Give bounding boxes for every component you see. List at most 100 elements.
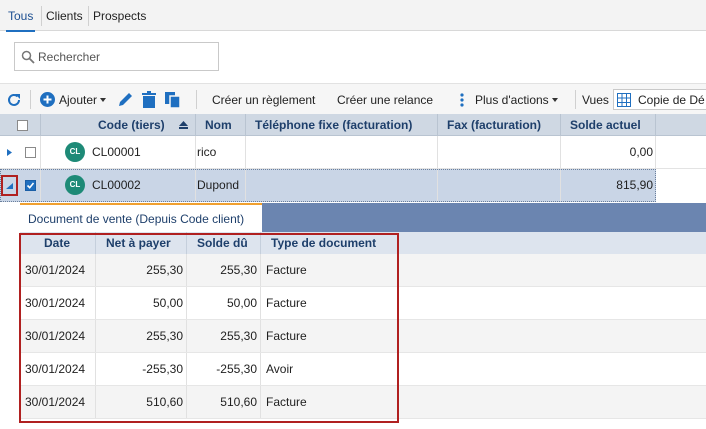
cell-due: 255,30 xyxy=(220,329,257,343)
column-divider xyxy=(437,136,438,168)
search-input[interactable] xyxy=(38,43,216,70)
column-divider xyxy=(40,170,41,201)
column-divider xyxy=(195,136,196,168)
more-vertical-icon xyxy=(460,92,464,107)
column-divider xyxy=(260,320,261,352)
column-header-name[interactable]: Nom xyxy=(205,114,232,136)
column-header-due[interactable]: Solde dû xyxy=(197,232,248,254)
more-actions-button[interactable]: Plus d'actions xyxy=(460,84,558,115)
checkmark-icon xyxy=(26,182,35,189)
detail-row[interactable]: 30/01/2024 50,00 50,00 Facture xyxy=(20,287,706,320)
tab-divider xyxy=(88,6,89,26)
table-row[interactable]: CL CL00001 rico 0,00 xyxy=(0,136,706,169)
view-selector-label: Copie de Dé xyxy=(638,92,705,107)
row-checkbox[interactable] xyxy=(25,147,36,158)
refresh-button[interactable] xyxy=(6,84,22,115)
create-payment-button[interactable]: Créer un règlement xyxy=(212,84,315,115)
toolbar: Ajouter Créer un règlement Créer une rel… xyxy=(0,83,706,114)
column-header-balance[interactable]: Solde actuel xyxy=(570,114,641,136)
add-button-label: Ajouter xyxy=(59,92,98,107)
edit-button[interactable] xyxy=(116,84,134,115)
view-selector[interactable]: Copie de Dé xyxy=(613,84,706,115)
copy-icon xyxy=(165,91,181,109)
toolbar-divider xyxy=(196,90,197,109)
select-all-checkbox[interactable] xyxy=(17,120,28,131)
cell-date: 30/01/2024 xyxy=(25,395,86,409)
detail-tab-title[interactable]: Document de vente (Depuis Code client) xyxy=(20,203,262,232)
cell-balance: 0,00 xyxy=(629,145,653,159)
cell-date: 30/01/2024 xyxy=(25,362,86,376)
detail-row[interactable]: 30/01/2024 255,30 255,30 Facture xyxy=(20,254,706,287)
column-divider xyxy=(437,170,438,201)
column-divider xyxy=(245,114,246,135)
detail-row[interactable]: 30/01/2024 510,60 510,60 Facture xyxy=(20,386,706,419)
cell-date: 30/01/2024 xyxy=(25,296,86,310)
column-header-fax[interactable]: Fax (facturation) xyxy=(447,114,541,136)
column-header-net[interactable]: Net à payer xyxy=(106,232,171,254)
search-box xyxy=(14,42,219,71)
sort-ascending-icon[interactable] xyxy=(179,121,188,129)
column-divider xyxy=(655,136,656,168)
chevron-down-icon xyxy=(551,97,558,102)
column-divider xyxy=(260,254,261,286)
tab-bar: Tous Clients Prospects xyxy=(0,0,706,32)
toolbar-divider xyxy=(575,90,576,109)
pencil-icon xyxy=(119,92,132,106)
column-divider xyxy=(40,136,41,168)
column-header-type[interactable]: Type de document xyxy=(271,232,376,254)
detail-row[interactable]: 30/01/2024 -255,30 -255,30 Avoir xyxy=(20,353,706,386)
column-divider xyxy=(40,114,41,135)
cell-net: -255,30 xyxy=(142,362,183,376)
cell-balance: 815,90 xyxy=(616,178,653,192)
table-row-selected[interactable]: CL CL00002 Dupond 815,90 xyxy=(0,169,656,202)
column-header-date[interactable]: Date xyxy=(44,232,70,254)
column-header-code[interactable]: Code (tiers) xyxy=(98,114,165,136)
cell-net: 510,60 xyxy=(146,395,183,409)
column-divider xyxy=(260,353,261,385)
expand-arrow-icon[interactable] xyxy=(7,149,12,156)
column-divider xyxy=(245,136,246,168)
column-divider xyxy=(260,232,261,254)
avatar: CL xyxy=(65,142,85,162)
tab-divider xyxy=(41,6,42,26)
chevron-down-icon xyxy=(100,97,107,102)
refresh-icon xyxy=(8,93,20,106)
cell-net: 255,30 xyxy=(146,329,183,343)
cell-type: Facture xyxy=(266,395,307,409)
cell-type: Avoir xyxy=(266,362,294,376)
column-divider xyxy=(245,170,246,201)
search-icon xyxy=(21,50,35,64)
tab-tous[interactable]: Tous xyxy=(5,0,36,32)
column-divider xyxy=(95,232,96,254)
create-reminder-button[interactable]: Créer une relance xyxy=(337,84,433,115)
column-divider xyxy=(195,170,196,201)
column-divider xyxy=(195,114,196,135)
cell-net: 50,00 xyxy=(152,296,183,310)
detail-grid-header: Date Net à payer Solde dû Type de docume… xyxy=(20,232,706,254)
cell-date: 30/01/2024 xyxy=(25,263,86,277)
grid-icon xyxy=(617,92,631,107)
grid-header: Code (tiers) Nom Téléphone fixe (factura… xyxy=(0,114,706,136)
plus-circle-icon xyxy=(40,92,55,107)
cell-type: Facture xyxy=(266,263,307,277)
cell-name: rico xyxy=(197,145,217,159)
delete-button[interactable] xyxy=(141,84,157,115)
tab-clients[interactable]: Clients xyxy=(46,0,83,31)
cell-due: -255,30 xyxy=(216,362,257,376)
cell-due: 50,00 xyxy=(226,296,257,310)
row-checkbox-checked[interactable] xyxy=(25,180,36,191)
cell-type: Facture xyxy=(266,296,307,310)
column-divider xyxy=(655,114,656,135)
detail-row[interactable]: 30/01/2024 255,30 255,30 Facture xyxy=(20,320,706,353)
toolbar-divider xyxy=(30,90,31,109)
views-button[interactable]: Vues xyxy=(582,84,609,115)
avatar: CL xyxy=(65,175,85,195)
cell-due: 255,30 xyxy=(220,263,257,277)
column-header-phone[interactable]: Téléphone fixe (facturation) xyxy=(255,114,412,136)
cell-name: Dupond xyxy=(197,178,240,192)
tab-prospects[interactable]: Prospects xyxy=(93,0,146,31)
collapse-arrow-icon[interactable] xyxy=(6,183,13,189)
duplicate-button[interactable] xyxy=(164,84,182,115)
add-button[interactable]: Ajouter xyxy=(40,84,107,115)
trash-icon xyxy=(142,90,156,108)
